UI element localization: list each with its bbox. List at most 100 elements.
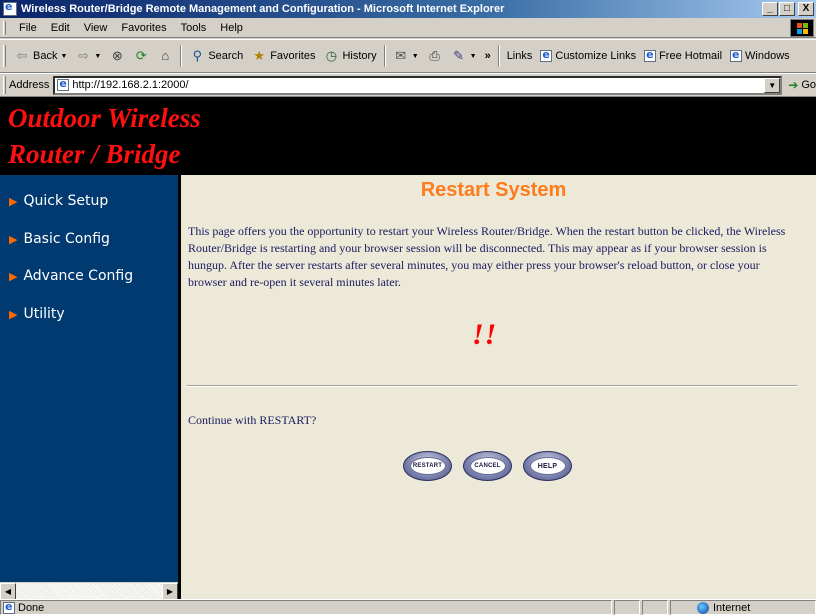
- print-button[interactable]: ⎙: [423, 45, 447, 67]
- home-icon: ⌂: [161, 48, 170, 63]
- search-icon: ⚲: [192, 48, 203, 63]
- nav-item-utility[interactable]: ▶ Utility: [9, 306, 65, 322]
- toolbar-separator: [497, 45, 500, 67]
- toolbar-separator: [180, 45, 183, 67]
- mail-button[interactable]: ✉ ▼: [389, 45, 423, 67]
- menu-file[interactable]: File: [12, 22, 44, 34]
- warning-marks: !!: [472, 318, 498, 351]
- ie-page-icon: [3, 600, 15, 614]
- banner-title-line1: Outdoor Wireless: [8, 103, 201, 133]
- address-grip[interactable]: [3, 76, 6, 94]
- ie-logo-icon: [3, 0, 17, 16]
- address-input[interactable]: http://192.168.2.1:2000/ ▼: [53, 75, 783, 95]
- menu-view[interactable]: View: [77, 22, 115, 34]
- history-label: History: [342, 50, 377, 62]
- menu-bar: File Edit View Favorites Tools Help: [0, 18, 816, 38]
- stop-button[interactable]: ⊗: [105, 45, 129, 67]
- history-button[interactable]: ◷ History: [319, 45, 380, 67]
- zone-label: Internet: [713, 601, 751, 614]
- nav-item-advance-config[interactable]: ▶ Advance Config: [9, 268, 133, 284]
- address-url[interactable]: http://192.168.2.1:2000/: [72, 79, 764, 91]
- menu-tools[interactable]: Tools: [174, 22, 214, 34]
- print-icon: ⎙: [429, 48, 440, 63]
- main-frame: Restart System This page offers you the …: [181, 175, 816, 599]
- ie-page-icon: [644, 48, 657, 62]
- go-label: Go: [801, 79, 816, 91]
- history-icon: ◷: [325, 48, 338, 63]
- scroll-track[interactable]: [16, 583, 162, 599]
- search-button[interactable]: ⚲ Search: [185, 45, 247, 67]
- menu-favorites[interactable]: Favorites: [114, 22, 173, 34]
- windows-label: Windows: [745, 50, 790, 62]
- maximize-button[interactable]: □: [779, 2, 795, 16]
- back-dropdown-icon[interactable]: ▼: [60, 53, 67, 60]
- status-cell: [642, 600, 668, 615]
- scroll-left-button[interactable]: ◀: [0, 583, 16, 599]
- back-arrow-icon: ⇦: [16, 48, 28, 63]
- left-nav-frame: ▶ Quick Setup ▶ Basic Config ▶ Advance C…: [0, 175, 181, 599]
- windows-logo-icon: [790, 19, 814, 37]
- forward-dropdown-icon[interactable]: ▼: [94, 53, 101, 60]
- chevron-more-icon: »: [484, 50, 491, 62]
- confirm-prompt: Continue with RESTART?: [188, 413, 317, 427]
- menu-help[interactable]: Help: [213, 22, 250, 34]
- page-viewport: Outdoor Wireless Router / Bridge ▶ Quick…: [0, 97, 816, 599]
- link-customize-links[interactable]: Customize Links: [536, 45, 640, 67]
- refresh-icon: ⟳: [135, 48, 147, 63]
- restart-description: This page offers you the opportunity to …: [188, 224, 786, 289]
- favorites-button[interactable]: ★ Favorites: [247, 45, 319, 67]
- nav-arrow-icon: ▶: [9, 194, 18, 208]
- nav-item-basic-config[interactable]: ▶ Basic Config: [9, 231, 110, 247]
- ie-page-icon: [57, 77, 70, 91]
- restart-button[interactable]: RESTART: [403, 451, 452, 481]
- cancel-button[interactable]: CANCEL: [463, 451, 512, 481]
- title-bar: Wireless Router/Bridge Remote Management…: [0, 0, 816, 18]
- banner: Outdoor Wireless Router / Bridge: [0, 97, 816, 175]
- nav-item-label: Utility: [23, 306, 65, 322]
- favorites-label: Favorites: [270, 50, 316, 62]
- edit-dropdown-icon[interactable]: ▼: [470, 53, 477, 60]
- edit-button[interactable]: ✎ ▼: [447, 45, 481, 67]
- scroll-right-button[interactable]: ▶: [162, 583, 178, 599]
- links-label-button[interactable]: Links: [503, 45, 537, 67]
- stop-icon: ⊗: [111, 48, 123, 63]
- minimize-button[interactable]: _: [762, 2, 778, 16]
- address-dropdown-icon[interactable]: ▼: [764, 77, 781, 93]
- link-free-hotmail[interactable]: Free Hotmail: [640, 45, 726, 67]
- window-title: Wireless Router/Bridge Remote Management…: [21, 3, 505, 15]
- back-label: Back: [33, 50, 58, 62]
- page-title: Restart System: [420, 179, 567, 201]
- restart-button-label: RESTART: [409, 457, 446, 475]
- customize-links-label: Customize Links: [555, 50, 637, 62]
- menu-edit[interactable]: Edit: [44, 22, 77, 34]
- home-button[interactable]: ⌂: [153, 45, 177, 67]
- free-hotmail-label: Free Hotmail: [659, 50, 723, 62]
- forward-arrow-icon: ⇨: [77, 48, 89, 63]
- search-label: Search: [208, 50, 244, 62]
- close-button[interactable]: X: [798, 2, 814, 16]
- edit-icon: ✎: [453, 48, 465, 63]
- menu-grip[interactable]: [3, 20, 6, 35]
- toolbar-grip[interactable]: [3, 45, 6, 67]
- globe-icon: [697, 601, 709, 614]
- divider: [187, 385, 797, 387]
- ie-page-icon: [540, 48, 553, 62]
- nav-arrow-icon: ▶: [9, 269, 18, 283]
- nav-item-quick-setup[interactable]: ▶ Quick Setup: [9, 193, 108, 209]
- nav-arrow-icon: ▶: [9, 232, 18, 246]
- status-cell: [614, 600, 640, 615]
- mail-dropdown-icon[interactable]: ▼: [412, 53, 419, 60]
- nav-horizontal-scrollbar[interactable]: ◀ ▶: [0, 582, 178, 599]
- help-button[interactable]: HELP: [523, 451, 572, 481]
- refresh-button[interactable]: ⟳: [129, 45, 153, 67]
- links-label: Links: [506, 50, 533, 62]
- banner-title-line2: Router / Bridge: [8, 139, 181, 169]
- more-buttons[interactable]: »: [481, 45, 495, 67]
- mail-icon: ✉: [395, 48, 407, 63]
- toolbar-separator: [383, 45, 386, 67]
- forward-button[interactable]: ⇨ ▼: [71, 45, 105, 67]
- link-windows[interactable]: Windows: [726, 45, 794, 67]
- go-button[interactable]: ➔ Go: [788, 78, 816, 92]
- nav-item-label: Quick Setup: [23, 193, 109, 209]
- back-button[interactable]: ⇦ Back ▼: [10, 45, 71, 67]
